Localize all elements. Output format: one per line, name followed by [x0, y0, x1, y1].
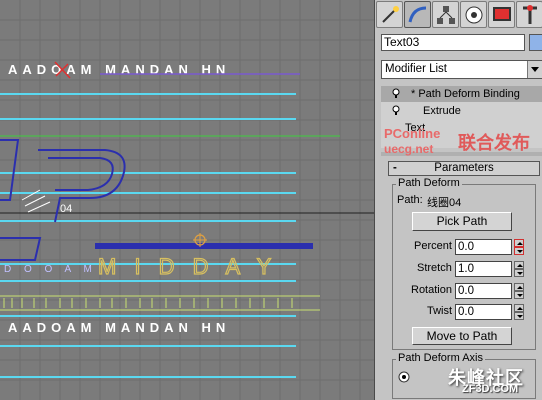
bulb-icon[interactable] [392, 105, 400, 115]
object-name-field[interactable]: Text03 [381, 34, 525, 51]
create-icon [382, 6, 399, 23]
midday-text: M I D D A Y [98, 254, 277, 279]
modify-tab[interactable] [404, 1, 431, 28]
stack-item-extrude[interactable]: Extrude [381, 103, 542, 119]
rotation-spinner[interactable] [514, 283, 524, 299]
group-label: Path Deform [396, 177, 462, 189]
percent-spinner[interactable] [514, 239, 524, 255]
axis-radio[interactable] [398, 371, 410, 383]
perspective-viewport[interactable]: AADOAM MANDAN HN 04 M I D D A Y D O O A … [0, 0, 374, 400]
display-icon [493, 7, 511, 21]
rotation-label: Rotation [411, 284, 452, 296]
stack-item-label: Extrude [423, 105, 461, 117]
twist-spinner[interactable] [514, 304, 524, 320]
twist-label: Twist [427, 305, 453, 317]
modifier-list-dropdown[interactable]: Modifier List [381, 60, 542, 79]
watermark-uecg: uecg.net [384, 142, 434, 156]
stack-item-label: * Path Deform Binding [411, 88, 520, 100]
text-row-bottom: AADOAM MANDAN HN [8, 320, 230, 335]
motion-tab[interactable] [460, 1, 487, 28]
viewport-canvas: AADOAM MANDAN HN 04 M I D D A Y D O O A … [0, 0, 374, 400]
percent-label: Percent [414, 240, 452, 252]
rollout-title: Parameters [434, 162, 494, 174]
move-to-path-button[interactable]: Move to Path [412, 327, 512, 345]
svg-text:04: 04 [60, 203, 72, 215]
stretch-spinner[interactable] [514, 261, 524, 277]
modify-icon [408, 6, 427, 23]
pick-path-button[interactable]: Pick Path [412, 212, 512, 231]
object-color-swatch[interactable] [529, 34, 542, 51]
percent-input[interactable]: 0.0 [455, 239, 512, 255]
hierarchy-icon [437, 6, 455, 24]
watermark-zf3d-url: ZF3D.COM [462, 383, 519, 395]
group-label: Path Deform Axis [396, 352, 485, 364]
stack-item-path-deform[interactable]: * Path Deform Binding [381, 86, 542, 102]
watermark-cn: 联合发布 [458, 133, 530, 153]
twist-input[interactable]: 0.0 [455, 304, 512, 320]
create-tab[interactable] [376, 1, 403, 28]
utilities-icon [523, 5, 537, 24]
chevron-down-icon[interactable] [527, 61, 542, 78]
stretch-label: Stretch [417, 262, 452, 274]
modifier-list-label: Modifier List [385, 63, 447, 75]
parameters-rollout-header[interactable]: - Parameters [388, 161, 540, 176]
bulb-icon[interactable] [392, 88, 400, 98]
rotation-input[interactable]: 0.0 [455, 283, 512, 299]
path-label: Path: [397, 194, 423, 206]
svg-text:D O O A M: D O O A M [4, 264, 97, 275]
motion-icon [465, 6, 483, 24]
hierarchy-tab[interactable] [432, 1, 459, 28]
watermark-pconline: PConline [384, 126, 441, 141]
command-panel-tabs [375, 0, 542, 30]
utilities-tab[interactable] [516, 1, 542, 28]
stretch-input[interactable]: 1.0 [455, 261, 512, 277]
display-tab[interactable] [488, 1, 515, 28]
path-value: 线圈04 [427, 197, 462, 209]
